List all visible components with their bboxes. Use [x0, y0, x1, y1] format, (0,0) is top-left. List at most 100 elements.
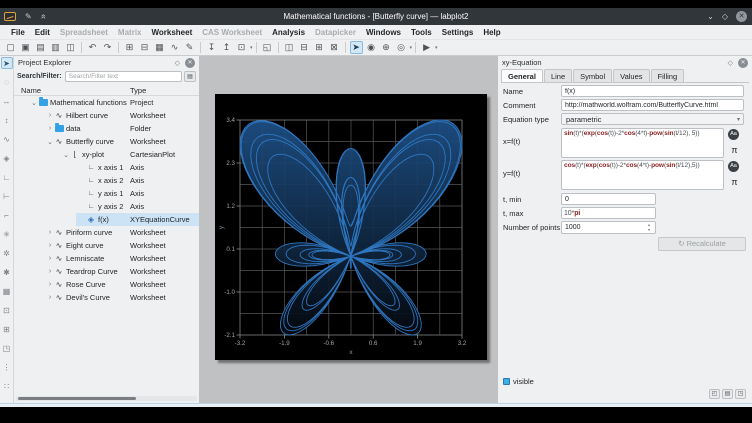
tree-row[interactable]: ∟x axis 2Axis — [14, 174, 199, 187]
scale-auto-y-icon[interactable]: ✱ — [1, 266, 13, 278]
undo-icon[interactable]: ↶ — [86, 41, 99, 54]
add-equation-curve-icon[interactable]: ◈ — [1, 152, 13, 164]
tmax-field[interactable]: 10*pi — [561, 207, 656, 219]
zoom-select-icon[interactable]: ◉ — [365, 41, 378, 54]
chevron-down-icon[interactable]: ▾ — [250, 45, 253, 51]
shift-up-icon[interactable]: ⋮ — [1, 361, 13, 373]
expander-icon[interactable]: › — [46, 255, 54, 262]
layout-break-icon[interactable]: ⊠ — [328, 41, 341, 54]
tab-general[interactable]: General — [501, 69, 543, 82]
tree-row[interactable]: ›∿Eight curveWorksheet — [14, 239, 199, 252]
new-datapicker-icon[interactable]: ✎ — [183, 41, 196, 54]
menu-settings[interactable]: Settings — [437, 27, 479, 38]
column-header-name[interactable]: Name — [21, 86, 41, 95]
expander-icon[interactable]: › — [46, 268, 54, 275]
points-spinbox[interactable]: ▴▾ — [561, 221, 656, 234]
equation-type-combobox[interactable]: parametric ▾ — [561, 113, 744, 125]
add-plot-icon[interactable]: ⌐ — [1, 209, 13, 221]
zoom-fit-icon[interactable]: ⊕ — [380, 41, 393, 54]
expander-icon[interactable]: ⌄ — [30, 99, 38, 107]
menu-windows[interactable]: Windows — [361, 27, 406, 38]
save-as-template-icon[interactable]: ◳ — [735, 389, 746, 399]
select-region-icon[interactable]: ◌ — [1, 76, 13, 88]
export-icon[interactable]: ↥ — [220, 41, 233, 54]
document-print-icon[interactable]: ▥ — [49, 41, 62, 54]
load-template-icon[interactable]: ◰ — [709, 389, 720, 399]
float-panel-icon[interactable]: ◇ — [728, 59, 733, 67]
close-panel-icon[interactable]: ✕ — [738, 58, 748, 68]
save-template-icon[interactable]: ▤ — [722, 389, 733, 399]
expander-icon[interactable]: › — [46, 125, 54, 132]
tree-row[interactable]: ∟y axis 1Axis — [14, 187, 199, 200]
close-button[interactable]: ✕ — [736, 11, 747, 22]
select-pointer-icon[interactable]: ➤ — [350, 41, 363, 54]
print-preview-icon[interactable]: ◫ — [64, 41, 77, 54]
x-equation-field[interactable]: sin(t)*(exp(cos(t))-2*cos(4*t)-pow(sin(t… — [561, 128, 724, 158]
expander-icon[interactable]: › — [46, 294, 54, 301]
tree-row[interactable]: ›∿Teardrop CurveWorksheet — [14, 265, 199, 278]
layout-grid-icon[interactable]: ⊞ — [313, 41, 326, 54]
constants-button[interactable]: π — [729, 145, 740, 156]
menu-tools[interactable]: Tools — [406, 27, 437, 38]
scale-auto-x-icon[interactable]: ✲ — [1, 247, 13, 259]
recalculate-button[interactable]: ↻ Recalculate — [658, 237, 746, 251]
pointer-icon[interactable]: ➤ — [1, 57, 13, 69]
presenter-mode-icon[interactable]: ▶ — [420, 41, 433, 54]
search-filter-input[interactable] — [65, 71, 182, 82]
column-header-type[interactable]: Type — [130, 86, 146, 95]
tab-symbol[interactable]: Symbol — [573, 69, 612, 82]
menu-file[interactable]: File — [6, 27, 30, 38]
tree-row[interactable]: ›∿LemniscateWorksheet — [14, 252, 199, 265]
menu-help[interactable]: Help — [478, 27, 505, 38]
horizontal-resize-icon[interactable]: ↔ — [1, 95, 13, 107]
shift-down-icon[interactable]: ∷ — [1, 380, 13, 392]
visible-checkbox[interactable] — [503, 378, 510, 385]
y-equation-field[interactable]: cos(t)*(exp(cos(t))-2*cos(4*t)-pow(sin(t… — [561, 160, 724, 190]
tree-row[interactable]: ›∿Devil's CurveWorksheet — [14, 291, 199, 304]
expander-icon[interactable]: › — [46, 229, 54, 236]
layout-horizontal-icon[interactable]: ⊟ — [298, 41, 311, 54]
search-options-icon[interactable]: ▤ — [184, 71, 196, 82]
tmin-field[interactable] — [561, 193, 656, 205]
new-worksheet-icon[interactable]: ∿ — [168, 41, 181, 54]
expander-icon[interactable]: › — [46, 242, 54, 249]
fit-page-icon[interactable]: ◱ — [261, 41, 274, 54]
menu-edit[interactable]: Edit — [30, 27, 55, 38]
menu-worksheet[interactable]: Worksheet — [146, 27, 197, 38]
vertical-resize-icon[interactable]: ↕ — [1, 114, 13, 126]
navigate-icon[interactable]: ◎ — [395, 41, 408, 54]
zoom-in-icon[interactable]: ▦ — [1, 285, 13, 297]
document-open-icon[interactable]: ▣ — [19, 41, 32, 54]
add-axis-icon[interactable]: ∟ — [1, 171, 13, 183]
name-field[interactable] — [561, 85, 744, 97]
tab-filling[interactable]: Filling — [651, 69, 685, 82]
tree-row[interactable]: ⌄Mathematical functionsProject — [14, 96, 199, 109]
scrollbar-thumb[interactable] — [18, 397, 136, 400]
minimize-button[interactable]: ⌄ — [707, 13, 714, 21]
add-legend-icon[interactable]: ⊢ — [1, 190, 13, 202]
plot-page[interactable]: -3.2-1.9-0.60.61.93.23.42.31.20.1-1.0-2.… — [215, 94, 487, 360]
tree-row[interactable]: ›∿Hilbert curveWorksheet — [14, 109, 199, 122]
chevron-down-icon[interactable]: ▾ — [410, 45, 413, 51]
zoom-x-icon[interactable]: ⊞ — [1, 323, 13, 335]
tree-row[interactable]: ›∿Rose CurveWorksheet — [14, 278, 199, 291]
case-sensitivity-button[interactable]: Aa — [728, 129, 739, 140]
new-folder-icon[interactable]: ⊡ — [235, 41, 248, 54]
tab-line[interactable]: Line — [544, 69, 572, 82]
expander-icon[interactable]: › — [46, 281, 54, 288]
points-field[interactable] — [562, 222, 644, 233]
new-matrix-icon[interactable]: ▦ — [153, 41, 166, 54]
zoom-out-icon[interactable]: ⊡ — [1, 304, 13, 316]
new-workbook-icon[interactable]: ⊞ — [123, 41, 136, 54]
constants-button[interactable]: π — [729, 177, 740, 188]
tree-row[interactable]: ⌄∿Butterfly curveWorksheet — [14, 135, 199, 148]
close-panel-icon[interactable]: ✕ — [185, 58, 195, 68]
float-panel-icon[interactable]: ◇ — [175, 59, 180, 67]
zoom-y-icon[interactable]: ◳ — [1, 342, 13, 354]
horizontal-scrollbar[interactable] — [16, 396, 197, 401]
tree-row[interactable]: ◈f(x)XYEquationCurve — [14, 213, 199, 226]
menu-analysis[interactable]: Analysis — [267, 27, 310, 38]
redo-icon[interactable]: ↷ — [101, 41, 114, 54]
tree-row[interactable]: ∟x axis 1Axis — [14, 161, 199, 174]
add-curve-icon[interactable]: ∿ — [1, 133, 13, 145]
